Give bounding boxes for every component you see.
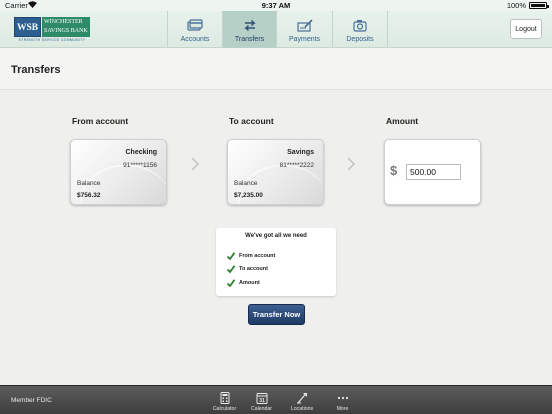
tab-deposits[interactable]: Deposits: [333, 11, 388, 48]
chevron-right-icon: [347, 157, 356, 171]
calculator-button[interactable]: Calculator: [206, 386, 243, 414]
logo-name-line2: SAVINGS BANK: [44, 28, 88, 34]
logo-mark: WSB: [14, 17, 41, 37]
tab-accounts-label: Accounts: [180, 36, 210, 43]
to-account-type: Savings: [287, 149, 314, 156]
page-title-bar: Transfers: [0, 48, 552, 90]
transfers-icon: [243, 19, 256, 32]
more-button[interactable]: More: [324, 386, 361, 414]
checklist-title: We've got all we need: [245, 233, 307, 239]
logout-button[interactable]: Logout: [510, 19, 542, 39]
locations-button[interactable]: Locations: [280, 386, 324, 414]
payments-icon: [296, 19, 313, 32]
to-account-heading: To account: [229, 116, 274, 126]
checklist-item: Amount: [227, 279, 260, 287]
calculator-icon: [220, 392, 229, 404]
battery-percent: 100%: [506, 1, 526, 10]
battery-indicator: 100%: [506, 1, 549, 10]
more-label: More: [336, 406, 349, 412]
chevron-right-icon: [191, 157, 200, 171]
from-balance-value: $756.32: [77, 192, 101, 199]
tab-transfers-label: Transfers: [234, 36, 265, 43]
from-balance-label: Balance: [77, 180, 101, 187]
from-account-type: Checking: [125, 149, 157, 156]
main-nav: Accounts Transfers Payments Deposits: [167, 11, 388, 48]
logo-tagline: STRENGTH SERVICE COMMUNITY: [18, 38, 86, 42]
tab-payments[interactable]: Payments: [277, 11, 333, 48]
calendar-label: Calendar: [250, 406, 273, 412]
to-account-card[interactable]: Savings 81*****2222 Balance $7,235.00: [227, 139, 324, 205]
more-icon: [337, 396, 348, 400]
from-account-heading: From account: [72, 116, 129, 126]
checklist-item-label: From account: [239, 253, 276, 259]
calculator-label: Calculator: [212, 406, 237, 412]
page-title: Transfers: [11, 64, 61, 76]
accounts-icon: [187, 19, 203, 31]
to-balance-value: $7,235.00: [234, 192, 263, 199]
clock: 9:37 AM: [261, 1, 291, 10]
amount-input[interactable]: [406, 164, 461, 180]
status-bar: Carrier 9:37 AM 100%: [0, 0, 552, 11]
member-fdic-label: Member FDIC: [11, 397, 52, 404]
checkmark-icon: [227, 279, 235, 287]
to-account-number: 81*****2222: [279, 162, 314, 169]
tab-accounts[interactable]: Accounts: [168, 11, 223, 48]
footer-toolbar: Calculator 31 Calendar Locations More: [206, 386, 361, 414]
checkmark-icon: [227, 252, 235, 260]
locations-label: Locations: [290, 406, 314, 412]
requirements-checklist: We've got all we need From account To ac…: [216, 228, 336, 296]
currency-symbol: $: [390, 163, 398, 178]
footer-bar: Member FDIC Calculator 31 Calendar Locat…: [0, 385, 552, 414]
checkmark-icon: [227, 265, 235, 273]
bank-logo: WSB WINCHESTER SAVINGS BANK STRENGTH SER…: [14, 17, 90, 43]
checklist-item-label: Amount: [239, 280, 260, 286]
logo-name-line1: WINCHESTER: [44, 19, 83, 25]
checklist-item: To account: [227, 265, 268, 273]
app-header: WSB WINCHESTER SAVINGS BANK STRENGTH SER…: [0, 11, 552, 48]
from-account-card[interactable]: Checking 91*****1156 Balance $756.32: [70, 139, 167, 205]
locations-icon: [297, 393, 307, 404]
to-balance-label: Balance: [234, 180, 258, 187]
calendar-day: 31: [259, 398, 265, 404]
from-account-number: 91*****1156: [123, 162, 157, 169]
amount-heading: Amount: [386, 116, 419, 126]
transfer-now-button[interactable]: Transfer Now: [248, 304, 305, 325]
amount-card: $: [384, 139, 481, 205]
deposits-icon: [353, 20, 367, 32]
tab-deposits-label: Deposits: [346, 36, 374, 43]
logo-name: WINCHESTER SAVINGS BANK: [42, 17, 90, 37]
checklist-item: From account: [227, 252, 275, 260]
tab-transfers[interactable]: Transfers: [223, 11, 277, 48]
checklist-item-label: To account: [239, 266, 268, 272]
calendar-icon: 31: [256, 393, 267, 404]
tab-payments-label: Payments: [288, 36, 321, 43]
battery-icon: [529, 2, 549, 9]
calendar-button[interactable]: 31 Calendar: [243, 386, 280, 414]
